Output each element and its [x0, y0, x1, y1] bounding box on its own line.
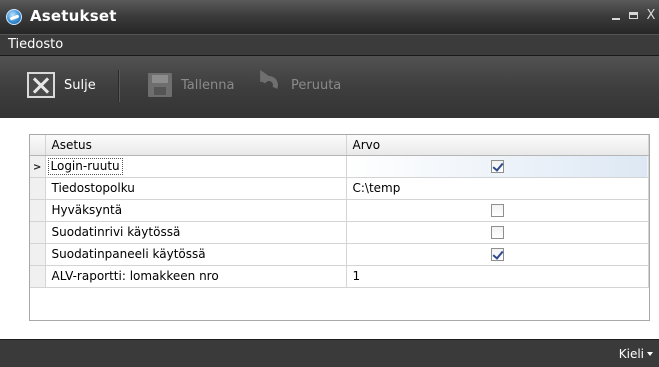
value-cell[interactable]	[346, 199, 649, 222]
setting-name-cell[interactable]: Suodatinpaneeli käytössä	[45, 243, 347, 266]
row-indicator[interactable]	[30, 265, 46, 288]
settings-window: Asetukset X Tiedosto Sulje Tallenna Peru…	[0, 0, 659, 367]
language-dropdown[interactable]: Kieli	[619, 347, 653, 361]
settings-grid: Asetus Arvo > Login-ruutu Tiedostopolku …	[29, 134, 650, 321]
setting-name-cell[interactable]: Hyväksyntä	[45, 199, 347, 222]
value-cell[interactable]: 1	[346, 265, 649, 288]
save-button-label: Tallenna	[181, 77, 235, 93]
table-row[interactable]: Suodatinrivi käytössä	[30, 221, 649, 244]
status-bar: Kieli	[0, 339, 659, 367]
login-screen-checkbox[interactable]	[490, 159, 504, 173]
maximize-button[interactable]	[626, 8, 640, 24]
table-row[interactable]: Tiedostopolku C:\temp	[30, 177, 649, 200]
row-indicator[interactable]	[30, 243, 46, 266]
row-indicator[interactable]	[30, 177, 46, 200]
close-icon: X	[646, 8, 656, 23]
row-indicator[interactable]	[30, 221, 46, 244]
maximize-icon	[628, 12, 638, 19]
current-row-arrow-icon: >	[33, 162, 42, 173]
setting-name-cell[interactable]: ALV-raportti: lomakkeen nro	[45, 265, 347, 288]
setting-name-cell[interactable]: Suodatinrivi käytössä	[45, 221, 347, 244]
setting-name-cell[interactable]: Tiedostopolku	[45, 177, 347, 200]
table-row[interactable]: Suodatinpaneeli käytössä	[30, 243, 649, 266]
menu-item-file[interactable]: Tiedosto	[8, 37, 63, 52]
minimize-button[interactable]	[609, 8, 623, 24]
row-indicator[interactable]: >	[30, 155, 46, 178]
minimize-icon	[612, 18, 620, 20]
table-row[interactable]: ALV-raportti: lomakkeen nro 1	[30, 265, 649, 288]
column-header-value[interactable]: Arvo	[346, 135, 649, 156]
app-icon	[6, 9, 22, 25]
value-cell[interactable]	[346, 221, 649, 244]
value-cell[interactable]	[346, 243, 649, 266]
table-row[interactable]: > Login-ruutu	[30, 155, 649, 178]
save-disk-icon	[148, 73, 172, 97]
value-cell[interactable]	[346, 155, 649, 178]
toolbar: Sulje Tallenna Peruuta	[0, 56, 659, 118]
column-header-setting[interactable]: Asetus	[45, 135, 347, 156]
save-button[interactable]: Tallenna	[148, 68, 234, 102]
undo-button[interactable]: Peruuta	[254, 68, 341, 102]
chevron-down-icon	[647, 352, 653, 356]
setting-name-cell[interactable]: Login-ruutu	[45, 155, 347, 178]
close-button[interactable]: Sulje	[27, 68, 96, 102]
window-title: Asetukset	[30, 7, 117, 25]
language-label: Kieli	[618, 347, 644, 361]
content-area: Asetus Arvo > Login-ruutu Tiedostopolku …	[0, 118, 659, 339]
close-button-label: Sulje	[64, 77, 96, 93]
filter-row-checkbox[interactable]	[490, 225, 504, 239]
approval-checkbox[interactable]	[490, 203, 504, 217]
value-cell[interactable]: C:\temp	[346, 177, 649, 200]
row-header-corner	[30, 135, 46, 156]
window-close-button[interactable]: X	[644, 8, 658, 24]
setting-name: Login-ruutu	[47, 157, 123, 175]
settings-table: Asetus Arvo > Login-ruutu Tiedostopolku …	[30, 135, 649, 288]
filter-panel-checkbox[interactable]	[490, 247, 504, 261]
title-bar[interactable]: Asetukset X	[0, 0, 659, 34]
table-row[interactable]: Hyväksyntä	[30, 199, 649, 222]
toolbar-separator	[118, 70, 120, 102]
menu-bar: Tiedosto	[0, 34, 659, 56]
grid-header-row: Asetus Arvo	[30, 135, 649, 156]
undo-button-label: Peruuta	[291, 77, 342, 93]
close-x-icon	[27, 72, 55, 98]
undo-arrow-icon	[254, 72, 282, 98]
row-indicator[interactable]	[30, 199, 46, 222]
